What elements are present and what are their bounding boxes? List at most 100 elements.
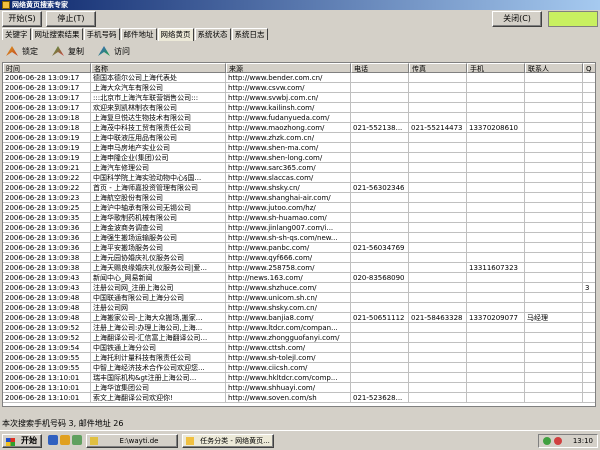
cell-q (583, 153, 595, 163)
cell-q (583, 73, 595, 83)
cell-phone (351, 73, 409, 83)
cell-time: 2006-06-28 13:09:38 (3, 263, 91, 273)
network-icon[interactable] (543, 437, 551, 445)
cell-contact (525, 83, 583, 93)
cell-name: 上海复旦悦达生物技术有限公司 (91, 113, 226, 123)
column-header-phone[interactable]: 电话 (351, 63, 409, 73)
cell-q (583, 93, 595, 103)
table-row[interactable]: 2006-06-28 13:09:21 上海汽车修理公司 http://www.sa… (3, 163, 595, 173)
table-row[interactable]: 2006-06-28 13:09:36 上海强生搬场运输服务公司 http://ww… (3, 233, 595, 243)
table-row[interactable]: 2006-06-28 13:09:54 中国铁通上海分公司 http://www.c… (3, 343, 595, 353)
cell-time: 2006-06-28 13:09:25 (3, 203, 91, 213)
cell-mobile (467, 243, 525, 253)
cell-name: 上海元园协婚庆礼仪服务公司 (91, 253, 226, 263)
cell-fax (409, 293, 467, 303)
table-row[interactable]: 2006-06-28 13:09:18 上海复旦悦达生物技术有限公司 http://… (3, 113, 595, 123)
results-grid[interactable]: 时间 名称 来源 电话 传真 手机 联系人 Q 2006-06-28 13:09… (2, 62, 596, 407)
table-row[interactable]: 2006-06-28 13:09:36 上海平安搬场服务公司 http://www.… (3, 243, 595, 253)
table-row[interactable]: 2006-06-28 13:09:43 新闻中心_网易新闻 http://news.… (3, 273, 595, 283)
cell-time: 2006-06-28 13:09:17 (3, 73, 91, 83)
cell-source: http://www.shhuayi.com/ (226, 383, 351, 393)
column-header-source[interactable]: 来源 (226, 63, 351, 73)
table-row[interactable]: 2006-06-28 13:09:52 注册上海公司:办理上海公司,上海... ht… (3, 323, 595, 333)
table-row[interactable]: 2006-06-28 13:09:35 上海华歌制药机械有限公司 http://ww… (3, 213, 595, 223)
copy-action[interactable]: 复制 (52, 46, 84, 57)
tab-4[interactable]: 网络黄页 (157, 28, 194, 41)
cell-contact (525, 323, 583, 333)
table-row[interactable]: 2006-06-28 13:09:43 注册公司网_注册上海公司 http://ww… (3, 283, 595, 293)
cell-q (583, 293, 595, 303)
tab-3[interactable]: 邮件地址 (120, 28, 157, 40)
table-row[interactable]: 2006-06-28 13:09:22 中国科学院上海实验动物中心§国... htt… (3, 173, 595, 183)
table-row[interactable]: 2006-06-28 13:09:19 上海申马房地产实业公司 http://www… (3, 143, 595, 153)
cell-mobile (467, 373, 525, 383)
cell-contact (525, 143, 583, 153)
folder-icon[interactable] (60, 435, 70, 445)
cell-mobile (467, 393, 525, 403)
table-row[interactable]: 2006-06-28 13:09:48 注册公司网 http://www.shsky… (3, 303, 595, 313)
table-row[interactable]: 2006-06-28 13:09:22 首页 - 上海师嘉投资管理有限公司 http… (3, 183, 595, 193)
stop-button[interactable]: 停止(T) (46, 11, 96, 27)
tab-1[interactable]: 网址搜索结果 (31, 28, 83, 40)
antivirus-icon[interactable] (554, 437, 562, 445)
cell-fax: 021-58463328 (409, 313, 467, 323)
table-row[interactable]: 2006-06-28 13:10:01 瑞丰国际机构&gt注册上海公司... htt… (3, 373, 595, 383)
cell-mobile (467, 353, 525, 363)
cell-mobile (467, 113, 525, 123)
table-row[interactable]: 2006-06-28 13:09:17:::北京市上海汽车联营销售公司::: ht… (3, 93, 595, 103)
tab-6[interactable]: 系统日志 (231, 28, 268, 40)
table-row[interactable]: 2006-06-28 13:09:23 上海航空股份有限公司 http://www.… (3, 193, 595, 203)
table-row[interactable]: 2006-06-28 13:09:17 欢迎来到凯林制衣有限公司 http://ww… (3, 103, 595, 113)
start-button[interactable]: 开始(S) (2, 11, 42, 27)
task-button-app[interactable]: 任务分类 - 网络黄页... (182, 434, 274, 448)
cell-phone (351, 263, 409, 273)
task-button-explorer[interactable]: E:\wayti.de (86, 434, 178, 448)
cell-source: http://www.shen-ma.com/ (226, 143, 351, 153)
table-row[interactable]: 2006-06-28 13:09:36 上海金波商务调查公司 http://www.… (3, 223, 595, 233)
cell-time: 2006-06-28 13:09:19 (3, 153, 91, 163)
desktop-icon[interactable] (72, 435, 82, 445)
table-row[interactable]: 2006-06-28 13:09:55 中智上海经济技术合作公司欢迎您... htt… (3, 363, 595, 373)
cell-source: http://www.soven.com/sh (226, 393, 351, 403)
cell-source: http://www.maozhong.com/ (226, 123, 351, 133)
column-header-q[interactable]: Q (583, 63, 595, 73)
tab-5[interactable]: 系统状态 (194, 28, 231, 40)
table-row[interactable]: 2006-06-28 13:09:19 上海申隆企业(集团)公司 http://ww… (3, 153, 595, 163)
cell-fax (409, 103, 467, 113)
table-row[interactable]: 2006-06-28 13:10:01 上海华谊集团公司 http://www.sh… (3, 383, 595, 393)
close-button[interactable]: 关闭(C) (492, 11, 542, 27)
tab-2[interactable]: 手机号码 (83, 28, 120, 40)
table-row[interactable]: 2006-06-28 13:09:55 上海托利计量科技有限责任公司 http://… (3, 353, 595, 363)
table-row[interactable]: 2006-06-28 13:09:48 上海搬家公司-上海大众搬场,搬家... ht… (3, 313, 595, 323)
table-row[interactable]: 2006-06-28 13:09:38 上海天赐良缘婚庆礼仪服务公司|爱... ht… (3, 263, 595, 273)
cell-mobile: 13370208610 (467, 123, 525, 133)
cell-source: http://www.bender.com.cn/ (226, 73, 351, 83)
cell-phone (351, 113, 409, 123)
task-label: E:\wayti.de (119, 437, 159, 445)
table-row[interactable]: 2006-06-28 13:09:52 上海翻译公司-汇信富上海翻译公司... ht… (3, 333, 595, 343)
table-row[interactable]: 2006-06-28 13:10:01 索文上海翻译公司欢迎你! http://ww… (3, 393, 595, 403)
column-header-mobile[interactable]: 手机 (467, 63, 525, 73)
cell-mobile (467, 303, 525, 313)
lock-icon (6, 46, 18, 56)
column-header-time[interactable]: 时间 (3, 63, 91, 73)
column-header-fax[interactable]: 传真 (409, 63, 467, 73)
cell-contact (525, 303, 583, 313)
cell-contact (525, 393, 583, 403)
table-row[interactable]: 2006-06-28 13:09:48 中国联通有限公司上海分公司 http://w… (3, 293, 595, 303)
table-row[interactable]: 2006-06-28 13:09:17 德国本德尔公司上海代表处 http://ww… (3, 73, 595, 83)
ie-icon[interactable] (48, 435, 58, 445)
table-row[interactable]: 2006-06-28 13:09:18 上海茂中科技工贸有限责任公司 http://… (3, 123, 595, 133)
tab-0[interactable]: 关键字 (2, 28, 31, 40)
table-row[interactable]: 2006-06-28 13:09:19 上海中联液压用品有限公司 http://ww… (3, 133, 595, 143)
visit-action[interactable]: 访问 (98, 46, 130, 57)
column-header-name[interactable]: 名称 (91, 63, 226, 73)
column-header-contact[interactable]: 联系人 (525, 63, 583, 73)
table-row[interactable]: 2006-06-28 13:09:38 上海元园协婚庆礼仪服务公司 http://w… (3, 253, 595, 263)
clock[interactable]: 13:10 (573, 435, 593, 447)
table-row[interactable]: 2006-06-28 13:09:17 上海大众汽车有限公司 http://www.… (3, 83, 595, 93)
cell-fax (409, 223, 467, 233)
lock-action[interactable]: 锁定 (6, 46, 38, 57)
taskbar-start-button[interactable]: 开始 (2, 434, 42, 448)
table-row[interactable]: 2006-06-28 13:09:25 上海沪中轴承有限公司无锡公司 http://… (3, 203, 595, 213)
